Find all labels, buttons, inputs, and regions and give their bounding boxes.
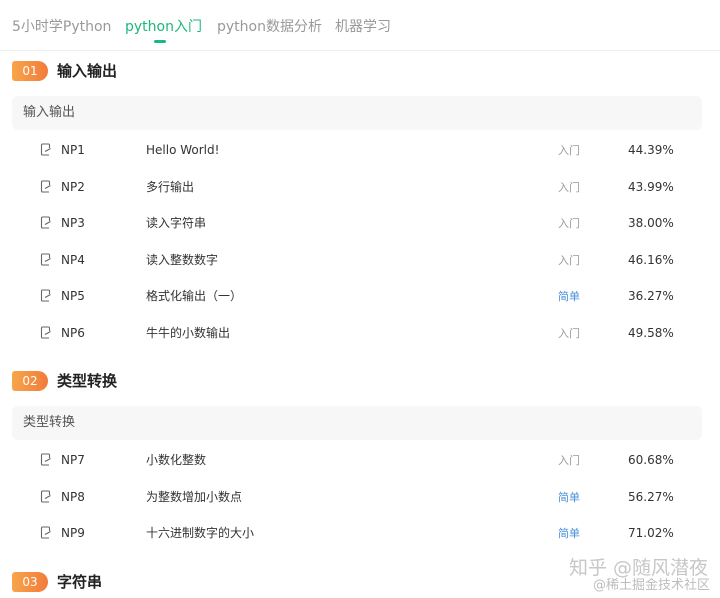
problem-title[interactable]: 多行输出 — [146, 178, 194, 196]
watermark: 知乎 @随风潜夜 @稀土掘金技术社区 — [552, 556, 712, 596]
pass-rate: 44.39% — [628, 143, 674, 157]
section-title: 字符串 — [57, 573, 103, 591]
pass-rate: 60.68% — [628, 453, 674, 467]
pass-rate: 56.27% — [628, 489, 674, 504]
difficulty-label: 入门 — [558, 253, 580, 267]
edit-doc-icon — [40, 326, 51, 339]
group-header: 输入输出 — [12, 96, 702, 130]
difficulty-label: 简单 — [558, 290, 580, 304]
problem-id: NP9 — [61, 526, 85, 541]
difficulty-label: 入门 — [558, 454, 580, 467]
problem-row[interactable]: NP7 小数化整数 入门 60.68% — [12, 442, 702, 478]
problem-row[interactable]: NP5 格式化输出（一） 简单 36.27% — [12, 278, 702, 314]
problem-id: NP7 — [61, 453, 85, 467]
pass-rate: 43.99% — [628, 179, 674, 194]
problem-title[interactable]: 十六进制数字的大小 — [146, 524, 254, 542]
problem-row[interactable]: NP8 为整数增加小数点 简单 56.27% — [12, 479, 702, 515]
problem-title[interactable]: 读入字符串 — [146, 214, 206, 232]
problem-id: NP3 — [61, 216, 85, 231]
pass-rate: 46.16% — [628, 252, 674, 267]
edit-doc-icon — [40, 216, 51, 229]
active-tab-indicator — [154, 40, 166, 43]
problem-title[interactable]: 牛牛的小数输出 — [146, 324, 230, 342]
problem-title[interactable]: 格式化输出（一） — [146, 287, 242, 305]
difficulty-label: 入门 — [558, 144, 580, 157]
edit-doc-icon — [40, 289, 51, 302]
section-number-badge: 02 — [12, 371, 48, 391]
group-header: 类型转换 — [12, 406, 702, 440]
problem-title[interactable]: 为整数增加小数点 — [146, 488, 242, 506]
pass-rate: 71.02% — [628, 526, 674, 541]
pass-rate: 38.00% — [628, 216, 674, 231]
section-number-badge: 03 — [12, 572, 48, 592]
pass-rate: 36.27% — [628, 289, 674, 304]
problem-title[interactable]: 读入整数数字 — [146, 251, 218, 269]
edit-doc-icon — [40, 143, 51, 156]
edit-doc-icon — [40, 453, 51, 466]
problem-id: NP6 — [61, 326, 85, 340]
problem-id: NP5 — [61, 289, 85, 304]
problem-id: NP2 — [61, 179, 85, 194]
section-title: 输入输出 — [57, 62, 118, 80]
problem-title[interactable]: 小数化整数 — [146, 451, 206, 469]
tab-5h-python[interactable]: 5小时学Python — [12, 17, 111, 37]
problem-row[interactable]: NP2 多行输出 入门 43.99% — [12, 169, 702, 205]
tab-python-intro[interactable]: python入门 — [125, 17, 202, 43]
problem-id: NP4 — [61, 252, 85, 267]
edit-doc-icon — [40, 526, 51, 539]
section-number-badge: 01 — [12, 61, 48, 81]
problem-row[interactable]: NP4 读入整数数字 入门 46.16% — [12, 242, 702, 278]
difficulty-label: 简单 — [558, 527, 580, 541]
group-title: 输入输出 — [23, 105, 76, 120]
problem-row[interactable]: NP6 牛牛的小数输出 入门 49.58% — [12, 315, 702, 351]
problem-id: NP8 — [61, 489, 85, 504]
course-tabs: 5小时学Python python入门 python数据分析 机器学习 — [0, 0, 720, 51]
tab-python-intro-label: python入门 — [125, 19, 202, 35]
problem-title[interactable]: Hello World! — [146, 141, 219, 159]
problem-row[interactable]: NP9 十六进制数字的大小 简单 71.02% — [12, 515, 702, 551]
difficulty-label: 入门 — [558, 327, 580, 340]
group-title: 类型转换 — [23, 415, 76, 430]
edit-doc-icon — [40, 253, 51, 266]
problem-row[interactable]: NP1 Hello World! 入门 44.39% — [12, 132, 702, 168]
edit-doc-icon — [40, 180, 51, 193]
pass-rate: 49.58% — [628, 326, 674, 340]
problem-id: NP1 — [61, 143, 85, 157]
difficulty-label: 入门 — [558, 217, 580, 231]
difficulty-label: 简单 — [558, 490, 580, 504]
section-title: 类型转换 — [57, 372, 118, 390]
tab-machine-learning[interactable]: 机器学习 — [335, 17, 391, 37]
problem-row[interactable]: NP3 读入字符串 入门 38.00% — [12, 205, 702, 241]
edit-doc-icon — [40, 490, 51, 503]
difficulty-label: 入门 — [558, 180, 580, 194]
watermark-juejin: @稀土掘金技术社区 — [592, 578, 710, 593]
tab-python-data-analysis[interactable]: python数据分析 — [217, 17, 322, 37]
